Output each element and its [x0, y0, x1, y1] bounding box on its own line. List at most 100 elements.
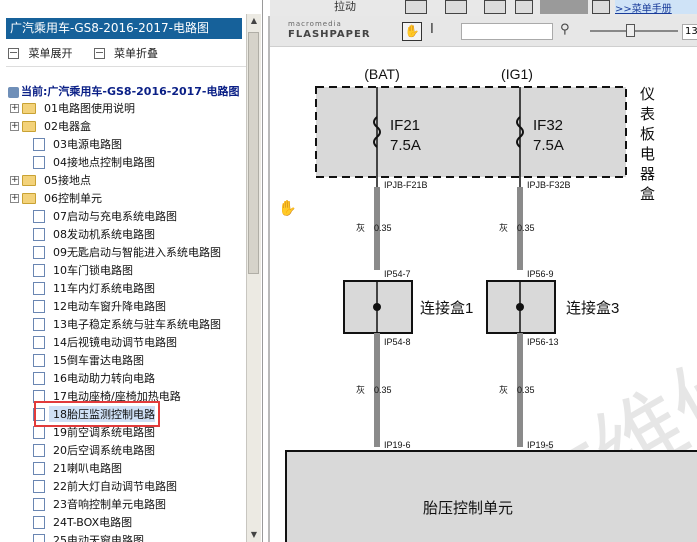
tree-item-01[interactable]: +01电路图使用说明	[10, 99, 250, 117]
expand-icon	[8, 47, 19, 59]
tree-item-15[interactable]: 15倒车雷达电路图	[10, 351, 250, 369]
tree-item-text[interactable]: 20后空调系统电路图	[49, 442, 155, 458]
menu-controls: 菜单展开 菜单折叠	[8, 45, 158, 61]
pin-ip19-5: IP19-5	[527, 440, 554, 450]
nav-button-5[interactable]	[592, 0, 610, 14]
pin-ipjb-f32b: IPJB-F32B	[527, 180, 571, 190]
tree-item-10[interactable]: 10车门锁电路图	[10, 261, 250, 279]
divider	[6, 66, 246, 67]
tree-item-24[interactable]: 24T-BOX电路图	[10, 513, 250, 531]
tree-item-14[interactable]: 14后视镜电动调节电路图	[10, 333, 250, 351]
document-icon	[33, 263, 45, 277]
hand-cursor-icon: ✋	[278, 199, 297, 217]
tree-item-number: 10	[53, 264, 67, 277]
tree-item-11[interactable]: 11车内灯系统电路图	[10, 279, 250, 297]
scroll-thumb[interactable]	[248, 32, 259, 274]
wire1-color: 灰	[356, 222, 365, 233]
tree-item-23[interactable]: 23音响控制单元电路图	[10, 495, 250, 513]
expand-toggle-icon[interactable]: +	[10, 193, 19, 203]
tree-item-label: 电子稳定系统与驻车系统电路图	[67, 318, 221, 331]
tree-item-05[interactable]: +05接地点	[10, 171, 250, 189]
ig1-label: (IG1)	[501, 66, 533, 82]
tree-item-text[interactable]: 07启动与充电系统电路图	[49, 208, 177, 224]
tree-item-text[interactable]: 22前大灯自动调节电路图	[49, 478, 177, 494]
tree-item-text[interactable]: 14后视镜电动调节电路图	[49, 334, 177, 350]
tree-item-text[interactable]: 13电子稳定系统与驻车系统电路图	[49, 316, 221, 332]
tree-item-07[interactable]: 07启动与充电系统电路图	[10, 207, 250, 225]
text-select-icon[interactable]: I	[430, 22, 434, 37]
tree-item-text[interactable]: 04接地点控制电路图	[49, 154, 155, 170]
tree-item-text[interactable]: 06控制单元	[40, 190, 102, 206]
splice-dot-3	[516, 303, 524, 311]
tree-item-13[interactable]: 13电子稳定系统与驻车系统电路图	[10, 315, 250, 333]
nav-button-4[interactable]	[515, 0, 533, 14]
scroll-down-icon[interactable]: ▼	[247, 528, 261, 542]
tree-item-text[interactable]: 05接地点	[40, 172, 91, 188]
tree-item-20[interactable]: 20后空调系统电路图	[10, 441, 250, 459]
tree-item-06[interactable]: +06控制单元	[10, 189, 250, 207]
hand-tool-button[interactable]: ✋	[402, 22, 422, 41]
tree-item-25[interactable]: 25电动天窗电路图	[10, 531, 250, 542]
tree-item-label: 车内灯系统电路图	[67, 282, 155, 295]
tree-item-label: 后空调系统电路图	[67, 444, 155, 457]
tree-item-label: 前大灯自动调节电路图	[67, 480, 177, 493]
car-thumbnail-icon	[540, 0, 588, 14]
expand-toggle-icon[interactable]: +	[10, 121, 19, 131]
tree-item-text[interactable]: 10车门锁电路图	[49, 262, 133, 278]
tree-item-16[interactable]: 16电动助力转向电路	[10, 369, 250, 387]
current-node[interactable]: 当前:广汽乘用车-GS8-2016-2017-电路图	[8, 83, 240, 99]
tree-item-09[interactable]: 09无匙启动与智能进入系统电路图	[10, 243, 250, 261]
expand-toggle-icon[interactable]: +	[10, 103, 19, 113]
tree-item-08[interactable]: 08发动机系统电路图	[10, 225, 250, 243]
scroll-up-icon[interactable]: ▲	[247, 14, 261, 28]
document-icon	[33, 227, 45, 241]
tree-item-text[interactable]: 24T-BOX电路图	[49, 514, 132, 530]
diagram-canvas[interactable]: ✋ 佐维修 (BAT) (IG1) IF21 7.5A IF32 7.5A 仪 …	[270, 47, 697, 542]
zoom-value[interactable]: 13	[682, 24, 697, 40]
tree-item-text[interactable]: 25电动天窗电路图	[49, 532, 144, 542]
document-icon	[33, 479, 45, 493]
tree-item-04[interactable]: 04接地点控制电路图	[10, 153, 250, 171]
tree-item-text[interactable]: 08发动机系统电路图	[49, 226, 155, 242]
tree-item-number: 11	[53, 282, 67, 295]
wire4-gauge: 0.35	[517, 385, 535, 395]
search-input[interactable]	[461, 23, 553, 40]
tree-item-03[interactable]: 03电源电路图	[10, 135, 250, 153]
tree-item-text[interactable]: 16电动助力转向电路	[49, 370, 155, 386]
tree-item-text[interactable]: 01电路图使用说明	[40, 100, 135, 116]
expand-toggle-icon[interactable]: +	[10, 175, 19, 185]
tree-item-text[interactable]: 03电源电路图	[49, 136, 122, 152]
tree-item-number: 01	[44, 102, 58, 115]
tree-item-text[interactable]: 11车内灯系统电路图	[49, 280, 155, 296]
tree-item-number: 07	[53, 210, 67, 223]
tree-item-21[interactable]: 21喇叭电路图	[10, 459, 250, 477]
tree-item-text[interactable]: 15倒车雷达电路图	[49, 352, 144, 368]
tree-item-text[interactable]: 12电动车窗升降电路图	[49, 298, 166, 314]
document-icon	[33, 425, 45, 439]
collapse-menu-button[interactable]: 菜单折叠	[114, 45, 158, 61]
pin-ip56-9: IP56-9	[527, 269, 554, 279]
nav-button-3[interactable]	[484, 0, 506, 14]
menu-manual-link[interactable]: >>菜单手册	[615, 0, 697, 15]
tree-item-02[interactable]: +02电器盒	[10, 117, 250, 135]
tree-item-label: T-BOX电路图	[67, 516, 133, 529]
junction1-label: 连接盒1	[420, 300, 473, 317]
tree-item-text[interactable]: 02电器盒	[40, 118, 91, 134]
wire1-gauge: 0.35	[374, 223, 392, 233]
circuit-diagram: 佐维修 (BAT) (IG1) IF21 7.5A IF32 7.5A 仪 表 …	[285, 66, 697, 542]
computer-icon	[8, 86, 19, 98]
zoom-slider-knob[interactable]	[626, 24, 635, 37]
nav-button-2[interactable]	[445, 0, 467, 14]
tree-item-number: 03	[53, 138, 67, 151]
tree-item-22[interactable]: 22前大灯自动调节电路图	[10, 477, 250, 495]
search-icon[interactable]: ⚲	[560, 22, 570, 37]
expand-menu-button[interactable]: 菜单展开	[29, 45, 73, 61]
tree-item-12[interactable]: 12电动车窗升降电路图	[10, 297, 250, 315]
tpms-control-unit	[285, 450, 697, 542]
tree-item-text[interactable]: 23音响控制单元电路图	[49, 496, 166, 512]
tree-item-text[interactable]: 21喇叭电路图	[49, 460, 122, 476]
tree-item-text[interactable]: 09无匙启动与智能进入系统电路图	[49, 244, 221, 260]
wire3-gauge: 0.35	[374, 385, 392, 395]
vertical-scrollbar[interactable]: ▲ ▼	[246, 14, 261, 542]
nav-button-1[interactable]	[405, 0, 427, 14]
